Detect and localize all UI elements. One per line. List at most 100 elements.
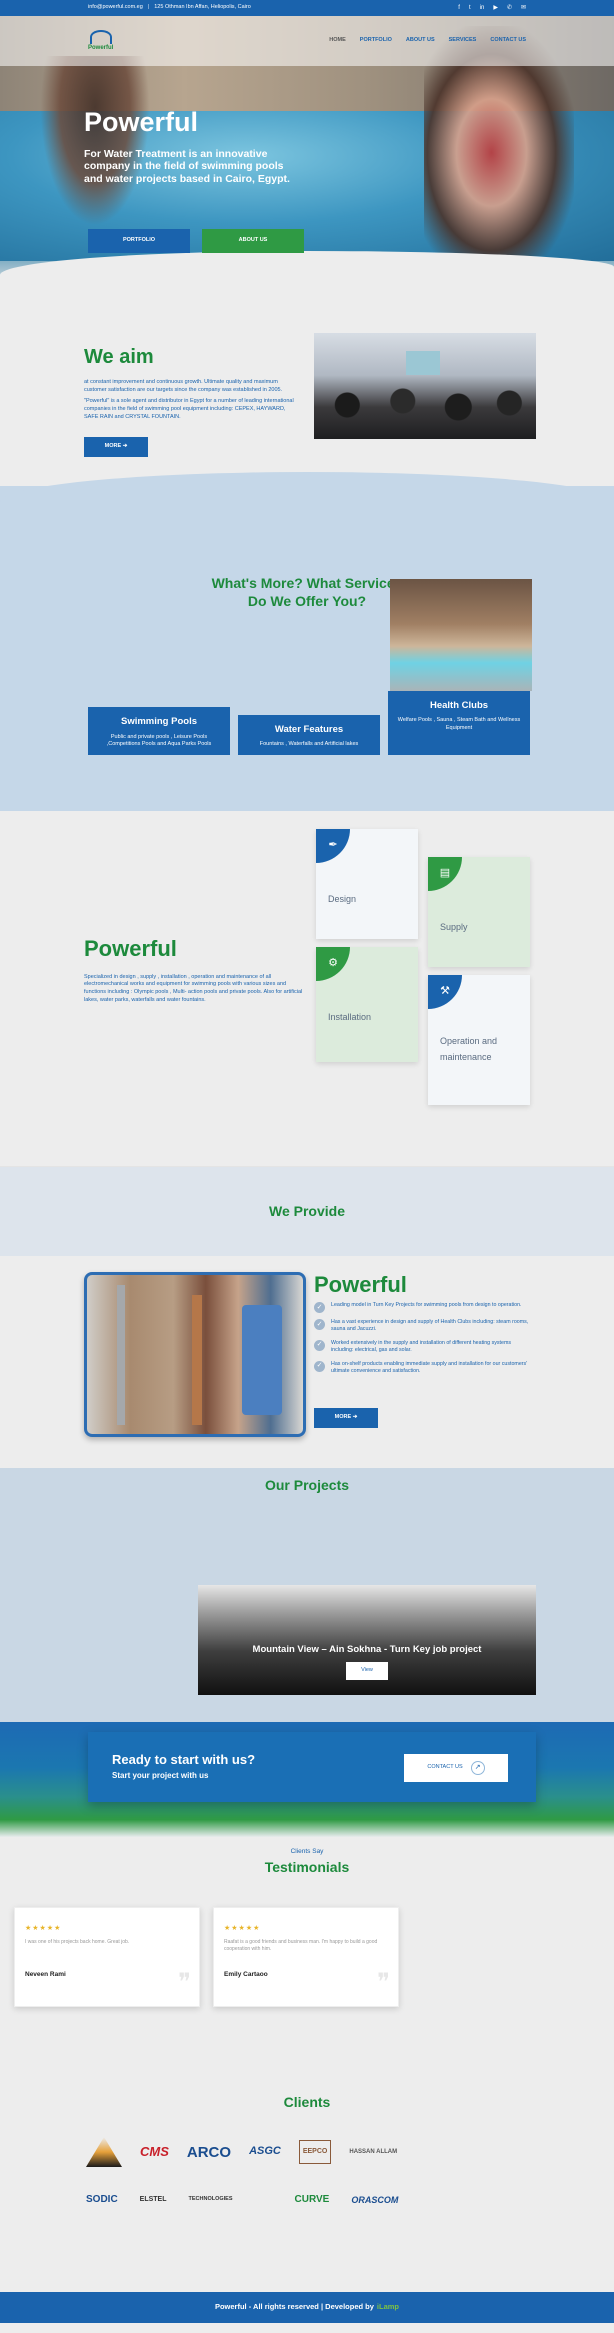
powerful-provide-section: Powerful ✓ Leading model in Turn Key Proj… [0,1256,614,1468]
pipe [117,1285,125,1425]
design-icon: ✒ [316,829,350,863]
testimonial-author: Emily Cartaoo [224,1971,268,1978]
client-logo-cms: CMS [140,2143,169,2159]
pump-room-image [84,1272,306,1437]
service-card-swimming-pools[interactable]: Swimming Pools Public and private pools … [88,707,230,755]
check-icon: ✓ [314,1360,325,1372]
social-links: f t in ▶ ✆ ✉ [458,4,526,12]
list-item: ✓ Leading model in Turn Key Projects for … [314,1302,534,1313]
presentation-screen [406,351,440,375]
powerful-about-section: Powerful Specialized in design , supply … [0,811,614,1166]
powerful-provide-title: Powerful [314,1272,407,1297]
facebook-icon[interactable]: f [458,4,460,12]
star-rating: ★★★★★ [25,1925,62,1932]
hero-description: For Water Treatment is an innovative com… [84,147,290,185]
youtube-icon[interactable]: ▶ [493,4,498,12]
supply-icon: ▤ [428,857,462,891]
filter-tank [242,1305,282,1415]
hero-title: Powerful [84,107,199,137]
mail-icon[interactable]: ✉ [521,4,526,12]
nav-item-services[interactable]: SERVICES [449,37,477,45]
tools-icon: ⚒ [428,975,462,1009]
audience [314,385,536,425]
linkedin-icon[interactable]: in [480,4,485,12]
contact-us-label: CONTACT US [427,1764,463,1771]
clients-row: CMS ARCO ASGC EEPCO HASSAN ALLAM [86,2137,536,2167]
cta-box: Ready to start with us? Start your proje… [88,1732,536,1802]
testimonial-quote: Raafat is a good friends and business ma… [224,1938,378,1952]
project-card[interactable]: Mountain View – Ain Sokhna - Turn Key jo… [198,1585,536,1695]
tile-design[interactable]: ✒ Design [316,829,418,939]
tile-label: Operation and maintenance [440,1036,498,1063]
project-title: Mountain View – Ain Sokhna - Turn Key jo… [252,1644,482,1655]
phone-icon[interactable]: ✆ [507,4,512,12]
service-card-text: Public and private pools , Leisure Pools… [106,733,212,748]
quote-icon: ❞ [377,1968,390,1996]
list-item: ✓ Has a vast experience in design and sup… [314,1319,534,1334]
nav-item-about[interactable]: ABOUT US [406,37,435,45]
list-item-text: Has a vast experience in design and supp… [331,1319,529,1333]
service-card-health-clubs[interactable]: Health Clubs Welfare Pools , Sauna , Ste… [388,691,530,755]
list-item: ✓ Worked extensively in the supply and in… [314,1339,534,1355]
nav-item-portfolio[interactable]: PORTFOLIO [360,37,392,45]
twitter-icon[interactable]: t [469,4,471,12]
view-button[interactable]: View [346,1662,388,1680]
projects-title: Our Projects [264,1477,350,1493]
client-logo-technologies: TECHNOLOGIES [188,2196,233,2203]
gear-icon: ⚙ [316,947,350,981]
main-nav: Powerful HOME PORTFOLIO ABOUT US SERVICE… [0,16,614,66]
cta-title: Ready to start with us? [112,1752,256,1767]
footer: Powerful - All rights reserved | Develop… [0,2292,614,2323]
check-icon: ✓ [314,1319,325,1330]
meeting-photo [314,333,536,439]
nav-item-contact[interactable]: CONTACT US [490,37,526,45]
clients-title: Clients [283,2094,331,2110]
portfolio-button[interactable]: PORTFOLIO [88,229,190,253]
hero-text: Powerful For Water Treatment is an innov… [84,104,294,186]
service-card-water-features[interactable]: Water Features Fountains , Waterfalls an… [238,715,380,755]
footer-text: Powerful - All rights reserved | Develop… [214,2302,374,2312]
projects-section: Our Projects Mountain View – Ain Sokhna … [0,1468,614,1722]
tile-label: Supply [440,922,468,932]
testimonial-card: ★★★★★ I was one of his projects back hom… [14,1907,200,2007]
tile-label: Design [328,894,357,904]
tile-operation[interactable]: ⚒ Operation and maintenance [428,975,530,1105]
nav-item-home[interactable]: HOME [329,37,346,45]
logo-text: Powerful [88,44,114,51]
top-bar: info@powerful.com.eg | 125 Othman Ibn Af… [0,0,614,16]
developer-link[interactable]: iLamp [377,2302,399,2313]
testimonials-subtitle: Clients Say [290,1848,324,1855]
contact-us-button[interactable]: CONTACT US ↗ [404,1754,508,1782]
quote-icon: ❞ [178,1968,191,1996]
email-link[interactable]: info@powerful.com.eg [88,4,143,12]
nav-menu: HOME PORTFOLIO ABOUT US SERVICES CONTACT… [329,37,526,45]
cta-section: Ready to start with us? Start your proje… [0,1722,614,1837]
logo[interactable]: Powerful [88,29,114,52]
list-item: ✓ Has on-shelf products enabling immediat… [314,1360,534,1376]
service-card-title: Water Features [274,724,344,736]
about-us-button[interactable]: ABOUT US [202,229,304,253]
aim-section: We aim at constant improvement and conti… [0,291,614,486]
service-card-text: Welfare Pools , Sauna , Steam Bath and W… [397,717,521,731]
client-logo-orascom: ORASCOM [351,2194,399,2205]
aim-more-button[interactable]: MORE ➔ [84,437,148,458]
pipe [192,1295,202,1425]
tile-installation[interactable]: ⚙ Installation [316,947,418,1062]
provide-more-button[interactable]: MORE ➔ [314,1408,378,1428]
logo-icon [89,29,112,44]
hero-section: Powerful HOME PORTFOLIO ABOUT US SERVICE… [0,16,614,291]
cta-subtitle: Start your project with us [112,1771,209,1780]
address-text: 125 Othman Ibn Affan, Heliopolis, Cairo [154,4,251,11]
hero-wave [0,251,614,291]
arrow-icon: ↗ [470,1761,485,1775]
list-item-text: Worked extensively in the supply and ins… [331,1339,511,1354]
client-logo-elstel: ELSTEL [139,2196,167,2204]
client-logo-hassan-allam: HASSAN ALLAM [349,2148,398,2155]
tile-supply[interactable]: ▤ Supply [428,857,530,967]
check-icon: ✓ [314,1339,325,1351]
testimonial-author: Neveen Rami [25,1971,66,1978]
star-rating: ★★★★★ [224,1925,261,1932]
provide-title: We Provide [269,1202,345,1219]
list-item-text: Has on-shelf products enabling immediate… [331,1360,528,1375]
service-cards: Swimming Pools Public and private pools … [88,691,530,755]
